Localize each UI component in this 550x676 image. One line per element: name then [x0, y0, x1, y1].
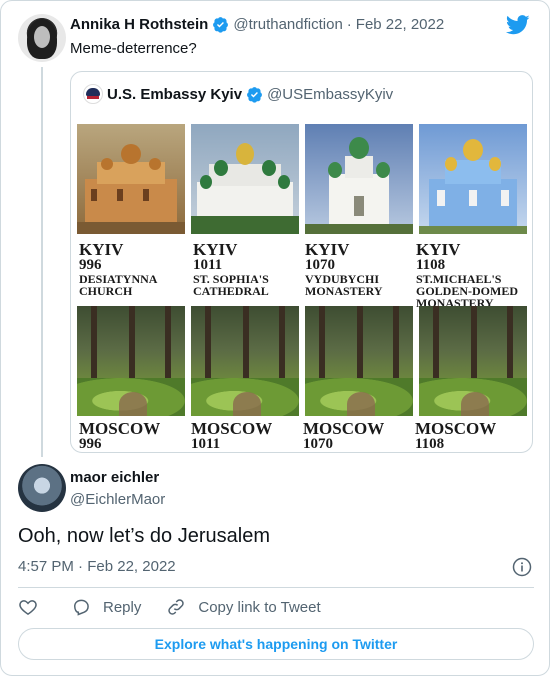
quoted-tweet-header: U.S. Embassy Kyiv @USEmbassyKyiv — [83, 84, 393, 104]
kyiv-label-2: KYIV 1011 ST. SOPHIA'S CATHEDRAL — [193, 241, 269, 297]
reply-icon — [73, 599, 89, 616]
label-year: 1108 — [415, 436, 445, 452]
tree-trunk — [91, 306, 97, 386]
forest-photo-2 — [191, 306, 299, 416]
reply-label: Reply — [103, 598, 142, 616]
tree-trunk — [471, 306, 477, 386]
church-photo-st-sophia — [191, 124, 299, 234]
forest-photo-4 — [419, 306, 527, 416]
embassy-avatar[interactable] — [83, 84, 103, 104]
label-city: MOSCOW — [303, 419, 385, 438]
reply-timestamp[interactable]: 4:57 PM · Feb 22, 2022 — [18, 558, 176, 575]
church-illustration — [191, 143, 299, 234]
label-city: MOSCOW — [415, 419, 497, 438]
forest-path — [347, 392, 375, 416]
tree-trunk — [507, 306, 513, 386]
reply-time: 4:57 PM — [18, 558, 74, 575]
label-year: 1070 — [305, 257, 335, 273]
quoted-tweet[interactable]: U.S. Embassy Kyiv @USEmbassyKyiv KYIV 99… — [70, 71, 533, 453]
label-place: CATHEDRAL — [193, 284, 269, 299]
author-handle[interactable]: @truthandfiction — [233, 16, 342, 33]
moscow-label-1: MOSCOW 996 — [79, 420, 160, 452]
church-illustration — [419, 139, 527, 234]
label-year: 996 — [79, 436, 102, 452]
copy-link-button[interactable]: Copy link to Tweet — [166, 597, 321, 617]
forest-photo-1 — [77, 306, 185, 416]
tree-trunk — [357, 306, 363, 386]
action-bar: Reply Copy link to Tweet — [18, 597, 321, 617]
reply-text: Ooh, now let’s do Jerusalem — [18, 525, 270, 547]
embedded-tweet-card: Annika H Rothstein @truthandfiction · Fe… — [0, 0, 550, 676]
link-icon — [168, 599, 185, 615]
label-year: 1070 — [303, 436, 333, 452]
church-photo-st-michael — [419, 124, 527, 234]
explore-button[interactable]: Explore what's happening on Twitter — [18, 628, 534, 660]
avatar[interactable] — [18, 14, 66, 62]
thread-line — [41, 67, 43, 457]
reply-author-name[interactable]: maor eichler — [70, 469, 159, 486]
forest-path — [461, 392, 489, 416]
moscow-label-4: MOSCOW 1108 — [415, 420, 496, 452]
label-city: KYIV — [416, 240, 461, 259]
label-year: 1108 — [416, 257, 446, 273]
tweet-header: Annika H Rothstein @truthandfiction · Fe… — [70, 16, 444, 33]
label-year: 1011 — [193, 257, 223, 273]
tree-trunk — [393, 306, 399, 386]
verified-badge-icon — [247, 86, 263, 103]
label-city: KYIV — [193, 240, 238, 259]
author-name[interactable]: Annika H Rothstein — [70, 16, 208, 33]
tree-trunk — [129, 306, 135, 386]
forest-path — [233, 392, 261, 416]
tree-trunk — [205, 306, 211, 386]
label-year: 1011 — [191, 436, 221, 452]
label-place: MONASTERY — [305, 284, 383, 299]
moscow-label-2: MOSCOW 1011 — [191, 420, 272, 452]
seal-shape — [86, 88, 100, 96]
moscow-label-3: MOSCOW 1070 — [303, 420, 384, 452]
avatar-face — [34, 26, 50, 48]
avatar[interactable] — [18, 464, 66, 512]
stripe-shape — [87, 96, 99, 99]
label-city: KYIV — [305, 240, 350, 259]
tweet-date[interactable]: Feb 22, 2022 — [356, 16, 444, 33]
kyiv-label-1: KYIV 996 DESIATYNNA CHURCH — [79, 241, 157, 297]
divider — [18, 587, 534, 588]
tree-trunk — [243, 306, 249, 386]
heart-icon — [19, 600, 37, 615]
reply-button[interactable]: Reply — [71, 597, 141, 617]
label-city: MOSCOW — [79, 419, 161, 438]
reply-author-handle[interactable]: @EichlerMaor — [70, 491, 165, 508]
meme-image[interactable]: KYIV 996 DESIATYNNA CHURCH KYIV 1011 ST.… — [77, 124, 528, 452]
verified-badge-icon — [213, 17, 229, 33]
quoted-author-handle[interactable]: @USEmbassyKyiv — [267, 86, 393, 103]
forest-photo-3 — [305, 306, 413, 416]
info-icon[interactable] — [512, 557, 532, 577]
label-city: MOSCOW — [191, 419, 273, 438]
tree-trunk — [165, 306, 171, 386]
church-illustration — [77, 144, 185, 234]
church-photo-desiatynna — [77, 124, 185, 234]
kyiv-label-3: KYIV 1070 VYDUBYCHI MONASTERY — [305, 241, 383, 297]
tweet-text: Meme-deterrence? — [70, 40, 197, 57]
kyiv-label-4: KYIV 1108 ST.MICHAEL'S GOLDEN-DOMED MONA… — [416, 241, 518, 310]
reply-date: Feb 22, 2022 — [87, 558, 176, 575]
label-place: CHURCH — [79, 284, 133, 299]
like-button[interactable] — [18, 597, 38, 617]
church-illustration — [305, 137, 413, 234]
separator-dot: · — [346, 16, 352, 33]
label-city: KYIV — [79, 240, 124, 259]
forest-path — [119, 392, 147, 416]
tree-trunk — [279, 306, 285, 386]
twitter-bird-icon[interactable] — [506, 15, 530, 35]
label-year: 996 — [79, 257, 102, 273]
tree-trunk — [433, 306, 439, 386]
church-photo-vydubychi — [305, 124, 413, 234]
separator-dot: · — [78, 558, 84, 575]
copy-link-label: Copy link to Tweet — [198, 598, 321, 616]
tree-trunk — [319, 306, 325, 386]
quoted-author-name[interactable]: U.S. Embassy Kyiv — [107, 86, 242, 103]
